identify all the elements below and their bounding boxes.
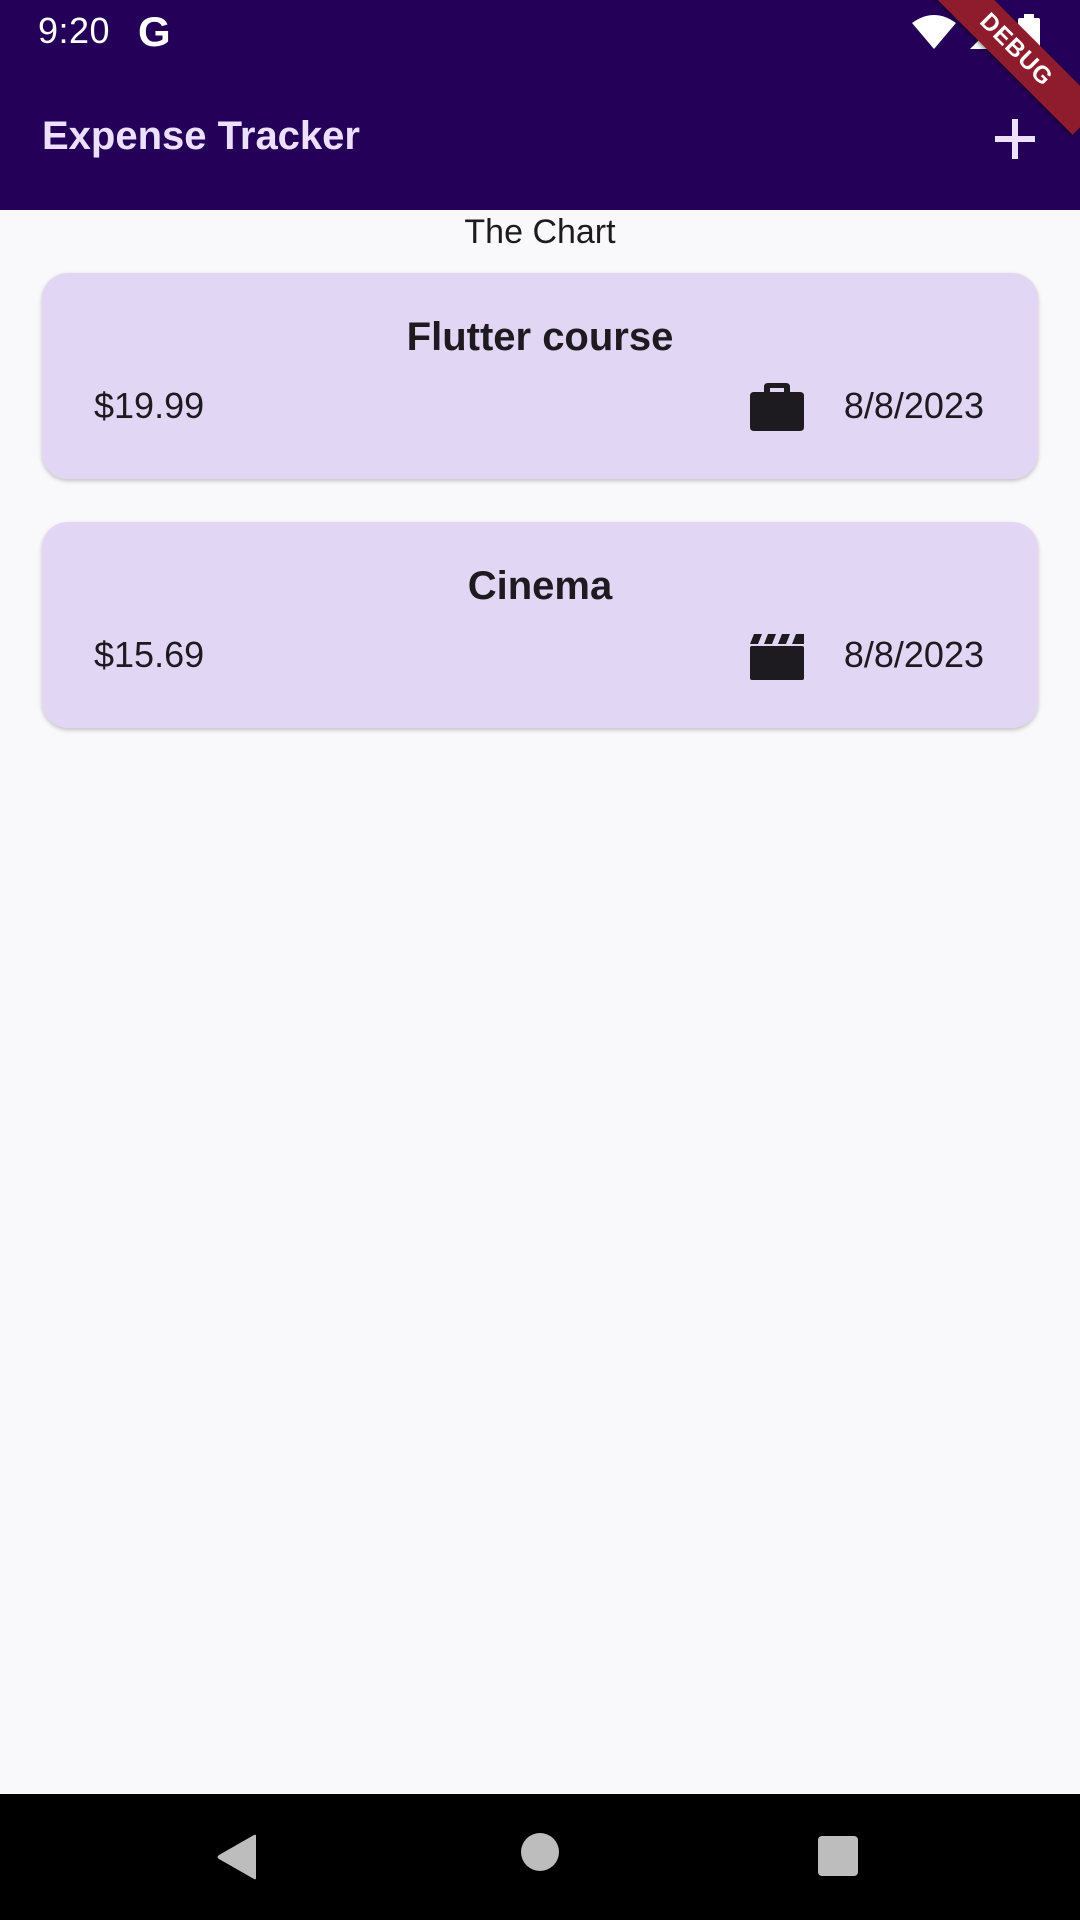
recents-square-icon (818, 1836, 858, 1876)
home-button[interactable] (520, 1832, 560, 1877)
recents-button[interactable] (818, 1836, 858, 1881)
app-title: Expense Tracker (42, 114, 360, 158)
add-icon (995, 119, 1035, 159)
wifi-icon (912, 15, 956, 49)
movie-clapper-icon (750, 634, 804, 680)
expense-date: 8/8/2023 (843, 634, 984, 675)
add-expense-button[interactable] (980, 104, 1050, 174)
status-time: 9:20 (38, 10, 111, 51)
system-nav-bar (0, 1794, 1080, 1920)
home-circle-icon (521, 1833, 559, 1871)
status-bar: 9:20 G (0, 0, 1080, 64)
expense-card[interactable]: Cinema $15.69 8/8/2023 (42, 522, 1038, 728)
work-briefcase-icon (750, 383, 804, 431)
back-button[interactable] (216, 1834, 258, 1885)
expense-amount: $15.69 (94, 634, 205, 675)
back-triangle-icon (217, 1834, 256, 1880)
expense-title: Cinema (467, 564, 613, 608)
google-icon: G (138, 8, 171, 55)
app-bar: Expense Tracker (0, 64, 1080, 210)
expense-amount: $19.99 (94, 385, 205, 426)
expense-title: Flutter course (406, 315, 674, 359)
chart-placeholder: The Chart (464, 213, 616, 251)
expense-date: 8/8/2023 (843, 385, 984, 426)
expense-card[interactable]: Flutter course $19.99 8/8/2023 (42, 273, 1038, 479)
